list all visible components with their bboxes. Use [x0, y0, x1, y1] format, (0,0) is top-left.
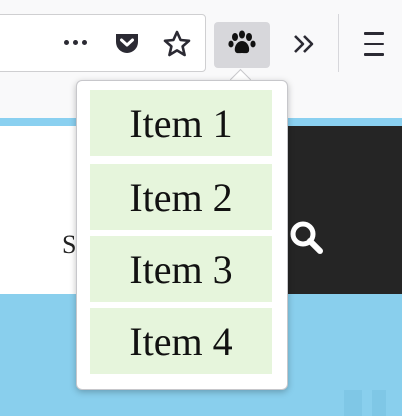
- hero-decoration: [344, 390, 362, 416]
- menu-item-4[interactable]: Item 4: [90, 308, 272, 374]
- header-search-area: [270, 126, 402, 294]
- star-icon[interactable]: [160, 28, 194, 60]
- extension-button[interactable]: [214, 22, 270, 68]
- hamburger-menu-icon[interactable]: [356, 26, 392, 62]
- search-icon[interactable]: [286, 218, 332, 266]
- pocket-icon[interactable]: [112, 28, 142, 58]
- double-chevron-right-icon[interactable]: [284, 25, 324, 63]
- menu-item-3[interactable]: Item 3: [90, 236, 272, 302]
- menu-item-2[interactable]: Item 2: [90, 164, 272, 230]
- hero-decoration: [372, 390, 386, 416]
- menu-item-1[interactable]: Item 1: [90, 90, 272, 156]
- toolbar-separator: [338, 14, 339, 72]
- header-partial-text: S: [62, 230, 77, 259]
- paw-icon: [227, 28, 257, 62]
- more-dots-icon[interactable]: [60, 30, 90, 54]
- browser-toolbar: [0, 0, 402, 90]
